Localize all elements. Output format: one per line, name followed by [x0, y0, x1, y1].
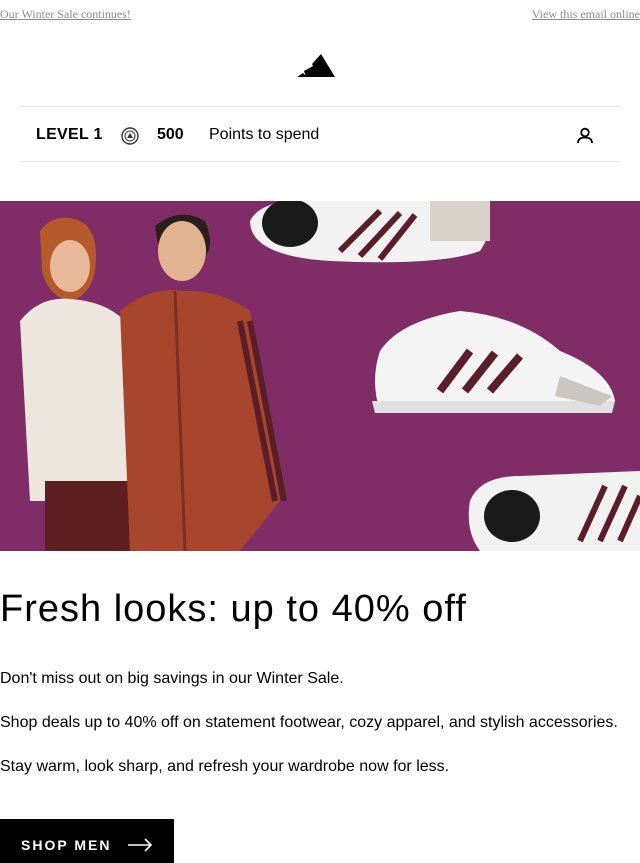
winter-sale-link[interactable]: Our Winter Sale continues! [0, 7, 131, 22]
preheader: Our Winter Sale continues! View this ema… [0, 7, 640, 25]
body-paragraph-3: Stay warm, look sharp, and refresh your … [0, 758, 450, 775]
loyalty-bar: LEVEL 1 500 Points to spend [20, 106, 620, 162]
sneaker-bottom [468, 471, 640, 551]
points-value: 500 [157, 126, 184, 143]
user-icon[interactable] [575, 126, 595, 146]
sneaker-top [250, 201, 490, 263]
hero-image[interactable] [0, 201, 640, 551]
adidas-logo-icon[interactable] [296, 53, 336, 79]
loyalty-level: LEVEL 1 [36, 126, 103, 143]
view-online-link[interactable]: View this email online [532, 7, 640, 22]
points-label: Points to spend [209, 126, 320, 143]
points-coin-icon [121, 127, 139, 145]
arrow-right-icon [128, 838, 153, 852]
body-paragraph-2: Shop deals up to 40% off on statement fo… [0, 714, 618, 731]
shop-men-label: SHOP MEN [21, 837, 112, 853]
body-paragraph-1: Don't miss out on big savings in our Win… [0, 670, 344, 687]
headline: Fresh looks: up to 40% off [0, 588, 467, 630]
shop-men-button[interactable]: SHOP MEN [0, 819, 174, 863]
